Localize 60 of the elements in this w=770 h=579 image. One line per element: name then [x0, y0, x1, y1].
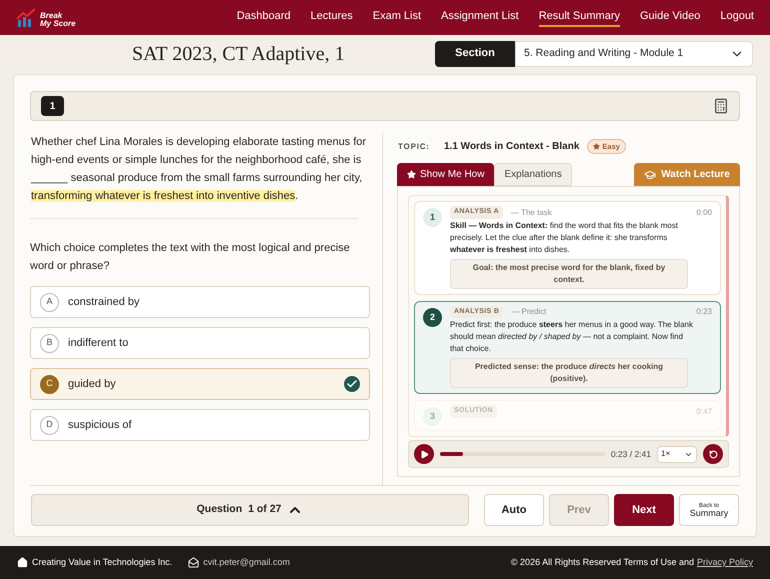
question-prompt: Which choice completes the text with the most logical and precise word or phrase?: [30, 241, 351, 274]
step-time: 0:00: [696, 206, 712, 218]
topic-name: 1.1 Words in Context - Blank: [444, 140, 580, 154]
step-subtitle: — The task: [511, 206, 552, 218]
step-text: Predict first: the produce steers her menus in a good way. The blank should mean directed by / shaped by — not a complaint. Now find that choice.: [450, 319, 694, 356]
choice-letter: C: [40, 374, 59, 394]
graduation-cap-icon: [644, 168, 656, 181]
privacy-policy-link[interactable]: Privacy Policy: [696, 556, 753, 570]
logo-text: My Score: [40, 20, 76, 28]
home-icon: [17, 557, 28, 568]
question-number: 1: [41, 96, 64, 116]
topic-label: TOPIC:: [398, 140, 431, 153]
replay-button[interactable]: [703, 444, 723, 464]
nav-link[interactable]: Logout: [720, 8, 754, 28]
nav-button[interactable]: Auto: [484, 494, 544, 526]
answer-choice[interactable]: C guided by: [30, 368, 370, 400]
step-number: 3: [423, 407, 442, 426]
play-button[interactable]: [414, 444, 434, 464]
nav-link[interactable]: Result Summary: [538, 8, 620, 28]
choice-letter: A: [40, 292, 59, 312]
company-name: Creating Value in Technologies Inc.: [32, 556, 172, 569]
logo-chart-icon: [16, 8, 38, 28]
play-icon: [420, 450, 428, 458]
email-link[interactable]: cvit.peter@gmail.com: [203, 556, 290, 570]
step-text: Skill — Words in Context: find the word that fits the blank most precisely. Let the clue after the blank define it: she transforms whatever is freshest into dishes.: [450, 220, 679, 256]
check-icon: [344, 376, 360, 392]
step-number: 1: [423, 208, 442, 228]
nav-link[interactable]: Lectures: [310, 8, 353, 28]
step-time: 0:23: [696, 306, 712, 318]
copyright-text: © 2026 All Rights Reserved Terms of Use and: [510, 556, 694, 569]
step-number: 2: [423, 308, 442, 327]
mail-icon: [188, 557, 200, 568]
step-note: Predicted sense: the produce directs her cooking (positive).: [450, 358, 688, 388]
explanation-tab[interactable]: Show Me How: [397, 163, 494, 186]
star-icon: [407, 170, 416, 180]
nav-link[interactable]: Dashboard: [236, 8, 291, 28]
step-subtitle: — Predict: [511, 306, 546, 318]
section-dropdown[interactable]: 5. Reading and Writing - Module 1: [515, 40, 753, 66]
logo[interactable]: Break My Score: [16, 8, 76, 28]
nav-link[interactable]: Assignment List: [441, 8, 519, 28]
choice-letter: D: [40, 416, 59, 434]
nav-link[interactable]: Guide Video: [640, 8, 700, 28]
speed-select[interactable]: 1×: [657, 446, 697, 462]
answer-choice[interactable]: B indifferent to: [30, 327, 370, 359]
logo-text: Break: [40, 12, 64, 20]
choice-letter: B: [40, 334, 59, 352]
explanation-tab[interactable]: Explanations: [494, 163, 572, 186]
answer-choice[interactable]: A constrained by: [30, 286, 370, 318]
calculator-icon[interactable]: [713, 98, 729, 114]
replay-icon: [708, 450, 718, 458]
nav-link[interactable]: Exam List: [372, 8, 422, 28]
step-note: Goal: the most precise word for the blank, fixed by context.: [450, 258, 688, 289]
playback-time: 0:23 / 2:41: [610, 448, 651, 460]
nav-button[interactable]: Next: [614, 494, 674, 526]
passage-text: Whether chef Lina Morales is developing elaborate tasting menus for high-end events or simple lunches for the neighborhood café, she is ______ seasonal produce from the small farms surrounding her city, transforming whatever is freshest into inventive dishes.: [30, 135, 368, 204]
exam-title: SAT 2023, CT Adaptive, 1: [132, 42, 345, 66]
step-time: 0:47: [696, 406, 712, 418]
question-pager[interactable]: Question 1 of 27: [31, 494, 469, 526]
answer-choice[interactable]: D suspicious of: [30, 409, 370, 441]
section-label: Section: [435, 40, 515, 66]
